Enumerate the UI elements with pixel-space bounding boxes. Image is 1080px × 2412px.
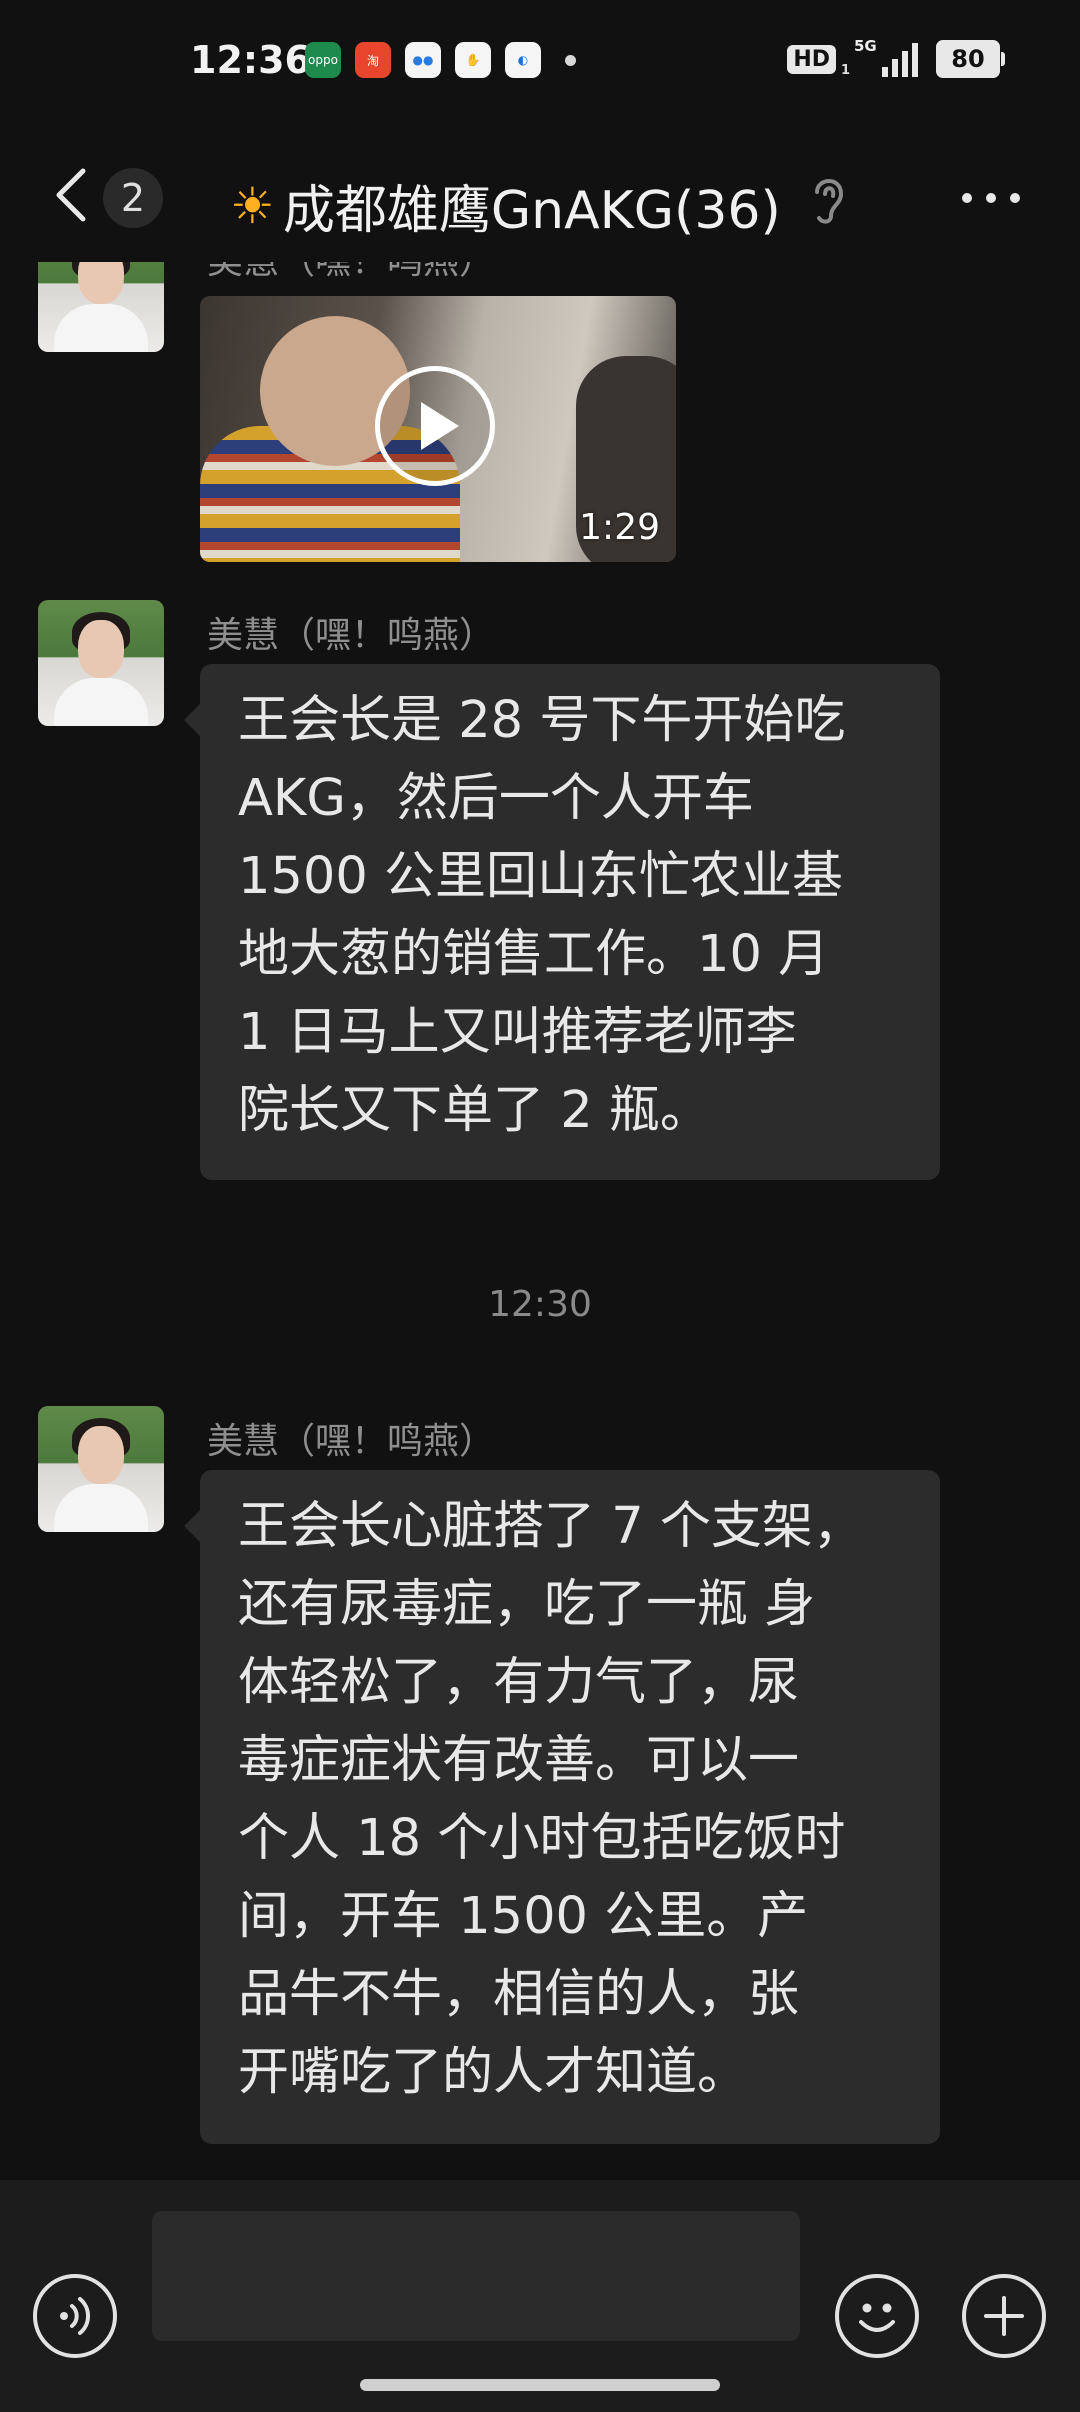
avatar-body (54, 304, 148, 352)
sender-name: 美慧（嘿！鸣燕） (207, 615, 496, 656)
video-message[interactable]: 1:29 (200, 296, 676, 562)
add-attachment-button[interactable] (962, 2274, 1046, 2358)
message-line: 1500 公里回山东忙农业基 (238, 847, 844, 906)
battery-level: 80 (951, 45, 985, 73)
chevron-left-icon (56, 168, 86, 222)
chat-bubble-icon: ●● (405, 42, 441, 78)
message-line: 体轻松了，有力气了，尿 (238, 1653, 800, 1712)
message-input[interactable] (152, 2211, 800, 2341)
avatar-face (78, 262, 124, 304)
message-bubble[interactable]: 王会长是 28 号下午开始吃 AKG，然后一个人开车 1500 公里回山东忙农业… (184, 664, 940, 1180)
unread-count-badge[interactable]: 2 (103, 168, 163, 228)
chat-title[interactable]: ☀ 成都雄鹰GnAKG(36) (230, 168, 781, 243)
voice-icon (60, 2297, 91, 2335)
signal-bar (882, 67, 888, 77)
notification-icons: oppo 淘 ●● ✋ ◐ (305, 42, 576, 78)
message-line: 毒症症状有改善。可以一 (238, 1731, 800, 1790)
status-time: 12:36 (190, 38, 311, 82)
message-line: 个人 18 个小时包括吃饭时 (238, 1809, 846, 1868)
message-timestamp: 12:30 (488, 1284, 592, 1325)
signal-bar (892, 59, 898, 77)
voice-input-button[interactable] (33, 2274, 117, 2358)
message-line: 品牛不牛，相信的人，张 (238, 1965, 800, 2024)
message-line: AKG，然后一个人开车 (238, 769, 754, 828)
message-line: 地大葱的销售工作。10 月 (238, 925, 830, 984)
dot (986, 193, 996, 203)
earpiece-mode-icon (815, 179, 844, 224)
smiley-icon (859, 2303, 895, 2332)
hd-sub: 1 (840, 62, 850, 78)
status-indicators: HD 1 5G 80 (787, 37, 1005, 78)
avatar-body (54, 678, 148, 726)
sender-name: 美慧（嘿！鸣燕） (207, 1421, 496, 1462)
message-line: 开嘴吃了的人才知道。 (238, 2043, 749, 2102)
oppo-icon: oppo (305, 42, 341, 78)
play-triangle (421, 402, 459, 450)
avatar-face (78, 620, 124, 678)
avatar[interactable] (38, 1406, 164, 1532)
message-list[interactable]: 美慧（嘿！鸣燕） 1:29 美慧（嘿！鸣燕） 王会长是 28 号下午开始吃 AK… (0, 262, 1080, 2174)
play-icon[interactable] (375, 366, 495, 486)
dot (962, 193, 972, 203)
chat-screen: 12:36 oppo 淘 ●● ✋ ◐ HD 1 5G 80 2 ☀ 成都雄鹰G… (0, 0, 1080, 2412)
message-line: 院长又下单了 2 瓶。 (238, 1081, 711, 1140)
baidu-paw-icon: ✋ (455, 42, 491, 78)
message-bubble[interactable]: 王会长心脏搭了 7 个支架， 还有尿毒症，吃了一瓶 身 体轻松了，有力气了，尿 … (184, 1470, 940, 2144)
signal-bar (912, 43, 918, 77)
sender-name: 美慧（嘿！鸣燕） (207, 262, 495, 284)
more-notifications-dot (565, 54, 576, 66)
status-bar: 12:36 oppo 淘 ●● ✋ ◐ HD 1 5G 80 (0, 0, 1080, 120)
hd-label: HD (793, 46, 830, 72)
message-line: 1 日马上又叫推荐老师李 (238, 1003, 797, 1062)
home-indicator[interactable] (360, 2379, 720, 2391)
more-options-button[interactable] (962, 175, 1020, 221)
browser-icon: ◐ (505, 42, 541, 78)
taobao-icon: 淘 (355, 42, 391, 78)
avatar-body (54, 1484, 148, 1532)
avatar[interactable] (38, 262, 164, 352)
signal-icon: 5G (854, 37, 918, 77)
plus-icon (984, 2296, 1024, 2336)
sun-emoji: ☀ (230, 176, 275, 235)
chat-title-text: 成都雄鹰GnAKG(36) (282, 181, 781, 241)
message-line: 王会长是 28 号下午开始吃 (238, 691, 846, 750)
battery-icon: 80 (936, 40, 1005, 78)
input-bar (0, 2180, 1080, 2412)
message-line: 还有尿毒症，吃了一瓶 身 (238, 1575, 816, 1634)
network-type: 5G (854, 37, 877, 55)
message-line: 间，开车 1500 公里。产 (238, 1887, 809, 1946)
dot (1010, 193, 1020, 203)
signal-bar (902, 51, 908, 77)
chat-header: 2 ☀ 成都雄鹰GnAKG(36) (0, 150, 1080, 245)
message-line: 王会长心脏搭了 7 个支架， (238, 1497, 864, 1556)
back-button[interactable] (45, 165, 95, 225)
video-duration: 1:29 (579, 507, 660, 548)
avatar-face (78, 1426, 124, 1484)
emoji-button[interactable] (835, 2274, 919, 2358)
avatar[interactable] (38, 600, 164, 726)
hd-badge: HD 1 (787, 44, 850, 78)
